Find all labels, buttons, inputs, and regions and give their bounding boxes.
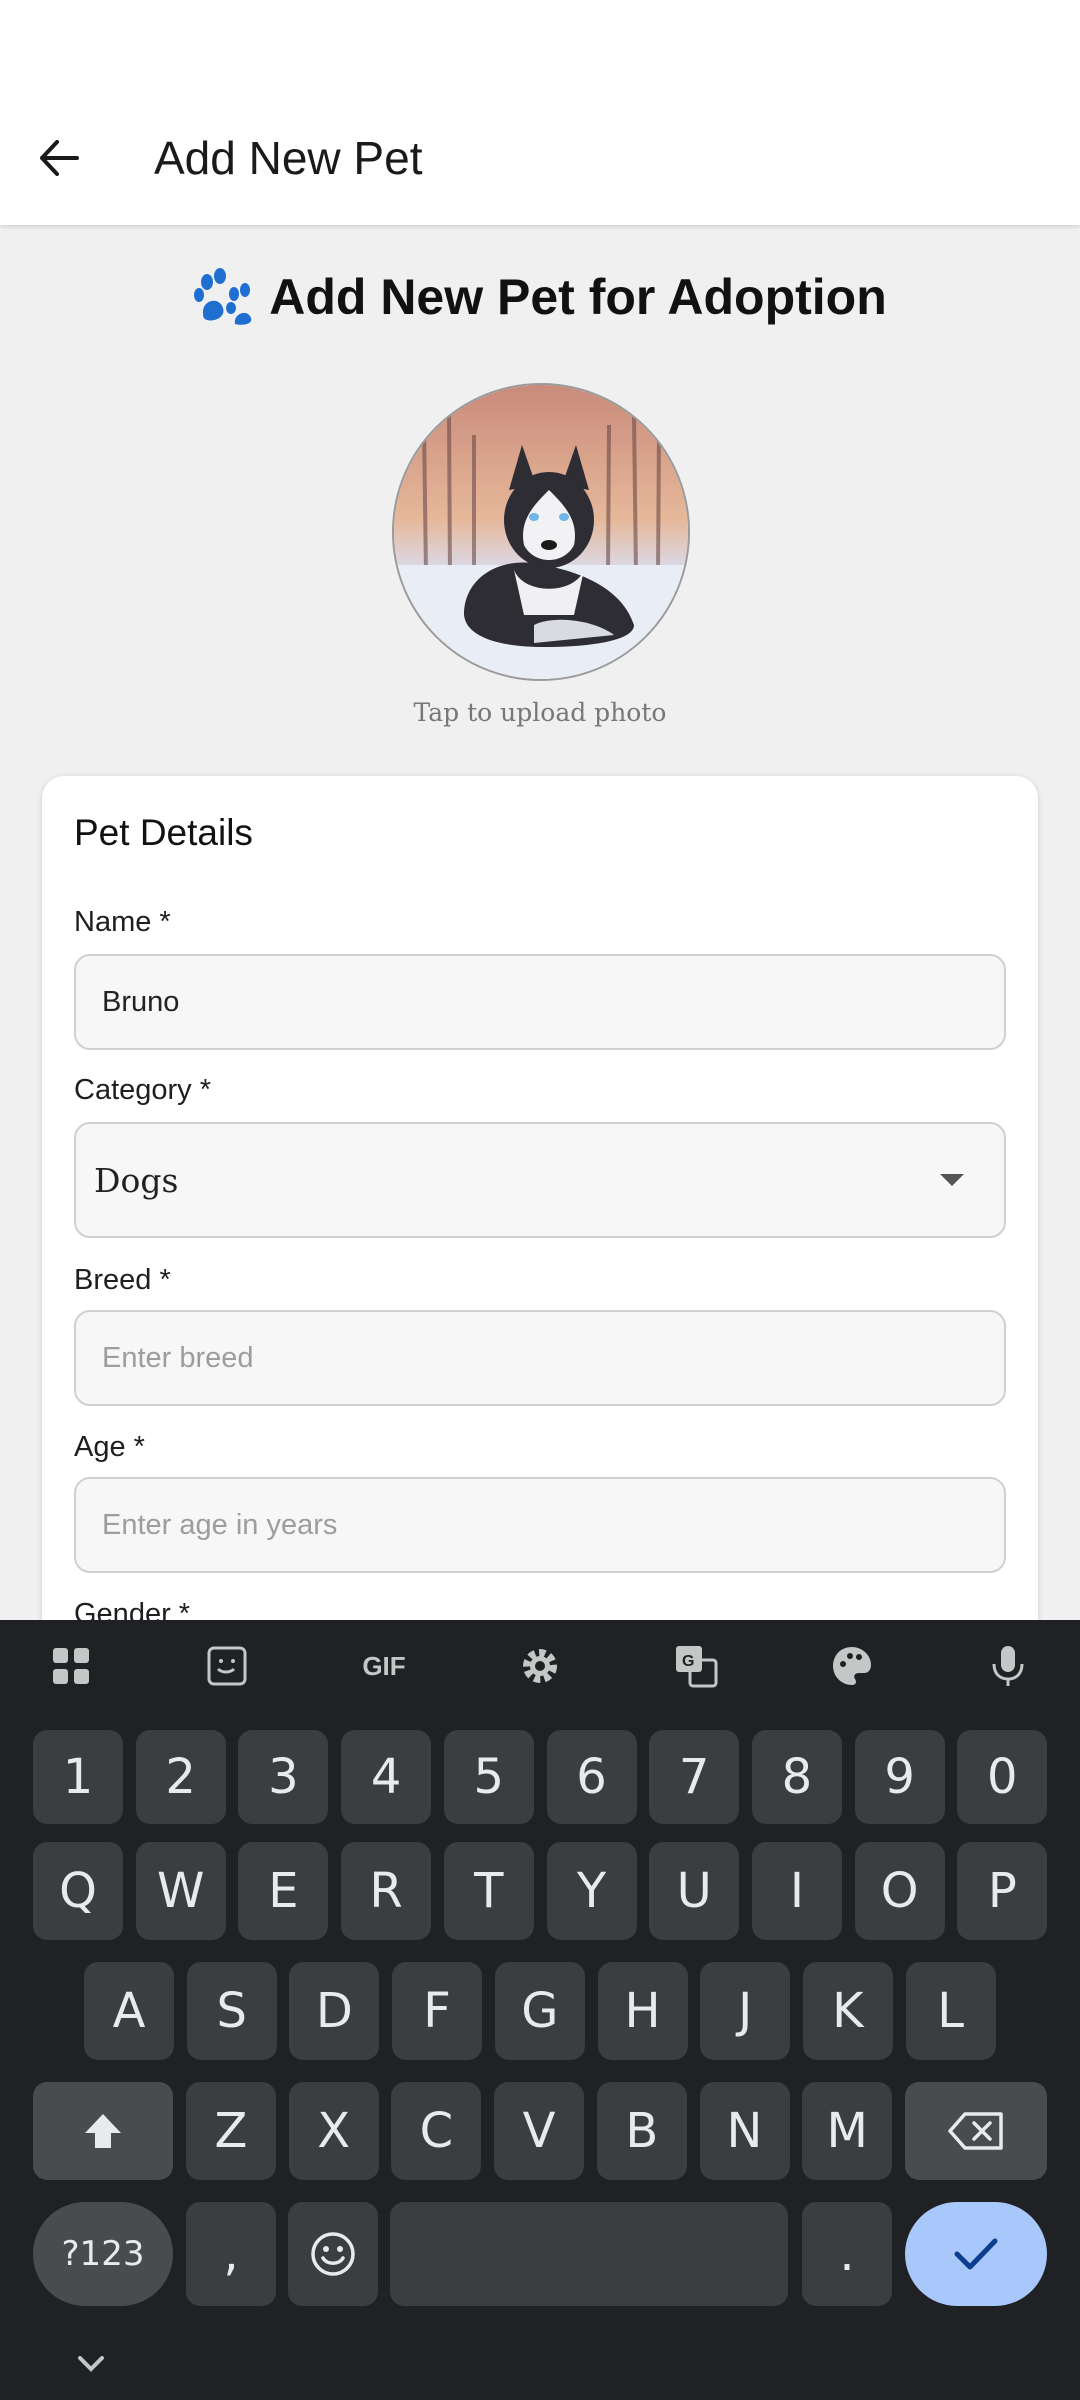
age-field[interactable]: Enter age in years [74, 1477, 1006, 1573]
backspace-key[interactable] [905, 2082, 1047, 2180]
soft-keyboard: GIF G ?123 , . 1234567890QWERTYUIOPASDFG… [0, 1620, 1080, 2400]
key-r[interactable]: R [341, 1842, 432, 1940]
key-v[interactable]: V [494, 2082, 585, 2180]
key-s[interactable]: S [186, 1962, 277, 2060]
back-button[interactable] [0, 90, 118, 225]
status-bar [0, 0, 1080, 90]
key-k[interactable]: K [802, 1962, 893, 2060]
key-9[interactable]: 9 [854, 1730, 945, 1824]
gif-button[interactable]: GIF [355, 1642, 413, 1690]
space-key[interactable] [390, 2202, 788, 2306]
key-j[interactable]: J [700, 1962, 791, 2060]
category-value: Dogs [94, 1160, 179, 1200]
svg-text:G: G [682, 1653, 694, 1670]
done-key[interactable] [905, 2202, 1047, 2306]
key-w[interactable]: W [135, 1842, 226, 1940]
key-o[interactable]: O [854, 1842, 945, 1940]
photo-upload-hint: Tap to upload photo [413, 698, 667, 727]
settings-gear-icon[interactable] [516, 1642, 564, 1690]
chevron-down-icon[interactable] [76, 2354, 106, 2374]
page-title-text: Add New Pet for Adoption [269, 269, 887, 325]
palette-icon[interactable] [828, 1642, 876, 1690]
emoji-icon [311, 2232, 355, 2276]
key-l[interactable]: L [905, 1962, 996, 2060]
card-title: Pet Details [74, 812, 253, 853]
key-1[interactable]: 1 [33, 1730, 123, 1824]
key-4[interactable]: 4 [341, 1730, 432, 1824]
key-y[interactable]: Y [546, 1842, 637, 1940]
key-f[interactable]: F [392, 1962, 483, 2060]
key-h[interactable]: H [597, 1962, 688, 2060]
key-p[interactable]: P [957, 1842, 1048, 1940]
backspace-icon [948, 2112, 1003, 2150]
key-g[interactable]: G [494, 1962, 585, 2060]
key-3[interactable]: 3 [238, 1730, 329, 1824]
microphone-icon[interactable] [984, 1642, 1032, 1690]
key-i[interactable]: I [751, 1842, 842, 1940]
key-n[interactable]: N [699, 2082, 790, 2180]
key-t[interactable]: T [443, 1842, 534, 1940]
app-bar-title: Add New Pet [154, 131, 423, 184]
age-label: Age * [74, 1431, 145, 1463]
category-select[interactable]: Dogs [74, 1122, 1006, 1238]
checkmark-icon [954, 2238, 998, 2270]
dropdown-arrow-icon [940, 1174, 964, 1186]
page-title: Add New Pet for Adoption [0, 268, 1080, 326]
key-d[interactable]: D [289, 1962, 380, 2060]
key-2[interactable]: 2 [135, 1730, 226, 1824]
keyboard-toolbar: GIF G [0, 1620, 1080, 1712]
pet-photo-upload[interactable] [392, 383, 690, 681]
key-a[interactable]: A [84, 1962, 174, 2060]
key-z[interactable]: Z [186, 2082, 276, 2180]
key-7[interactable]: 7 [649, 1730, 740, 1824]
key-e[interactable]: E [238, 1842, 329, 1940]
shift-arrow-icon [85, 2114, 121, 2148]
symbols-key[interactable]: ?123 [33, 2202, 173, 2306]
name-field[interactable]: Bruno [74, 954, 1006, 1050]
key-b[interactable]: B [596, 2082, 687, 2180]
husky-dog-photo [394, 385, 688, 679]
app-bar: Add New Pet [0, 90, 1080, 225]
key-q[interactable]: Q [33, 1842, 123, 1940]
paw-icon [194, 268, 252, 325]
key-6[interactable]: 6 [546, 1730, 637, 1824]
comma-key[interactable]: , [186, 2202, 276, 2306]
shift-key[interactable] [33, 2082, 173, 2180]
category-label: Category * [74, 1074, 212, 1106]
emoji-key[interactable] [288, 2202, 378, 2306]
apps-grid-icon[interactable] [47, 1642, 95, 1690]
key-0[interactable]: 0 [957, 1730, 1048, 1824]
key-x[interactable]: X [288, 2082, 379, 2180]
translate-icon[interactable]: G [672, 1642, 720, 1690]
key-c[interactable]: C [391, 2082, 482, 2180]
key-u[interactable]: U [649, 1842, 740, 1940]
arrow-back-icon [40, 139, 79, 176]
key-8[interactable]: 8 [751, 1730, 842, 1824]
breed-field[interactable]: Enter breed [74, 1310, 1006, 1406]
gif-label: GIF [362, 1650, 406, 1681]
name-label: Name * [74, 906, 171, 938]
breed-label: Breed * [74, 1264, 171, 1296]
key-5[interactable]: 5 [443, 1730, 534, 1824]
period-key[interactable]: . [802, 2202, 892, 2306]
sticker-icon[interactable] [203, 1642, 251, 1690]
key-m[interactable]: M [802, 2082, 893, 2180]
